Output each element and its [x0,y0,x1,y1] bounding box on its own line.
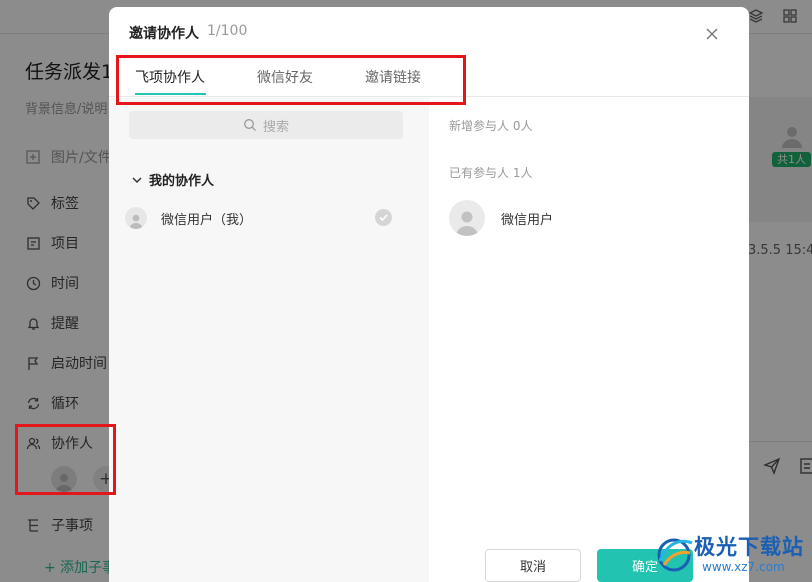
watermark-url: www.xz7.com [702,560,785,574]
avatar [449,200,485,236]
collaborator-count: 1/100 [207,23,248,39]
chevron-down-icon [132,176,142,183]
collaborators-highlight-box [15,424,116,495]
participants-panel: 新增参与人 0人 已有参与人 1人 微信用户 [429,98,749,582]
avatar [125,207,147,229]
collaborator-picker: 搜索 我的协作人 微信用户（我） [109,98,429,582]
watermark-text: 极光下载站 [694,535,804,559]
search-icon [244,119,256,131]
dialog-header: 邀请协作人 1/100 [109,7,749,57]
search-input[interactable]: 搜索 [129,111,403,139]
checkmark-icon[interactable] [375,209,392,226]
member-row[interactable]: 微信用户（我） [125,204,395,232]
search-placeholder: 搜索 [262,119,289,135]
existing-participants-label: 已有参与人 1人 [449,166,533,180]
group-title: 我的协作人 [149,174,215,189]
participant-name: 微信用户 [501,212,554,228]
participant-item: 微信用户 [449,200,553,236]
my-collaborators-group[interactable]: 我的协作人 [131,170,214,189]
site-watermark: 极光下载站 www.xz7.com [652,527,812,582]
dialog-title: 邀请协作人 [129,26,199,42]
tabs-highlight-box [116,55,466,105]
cancel-button[interactable]: 取消 [485,549,581,582]
new-participants-label: 新增参与人 0人 [449,119,533,133]
aurora-logo-icon [657,538,693,572]
member-name: 微信用户（我） [161,212,253,228]
close-icon[interactable] [705,27,719,41]
